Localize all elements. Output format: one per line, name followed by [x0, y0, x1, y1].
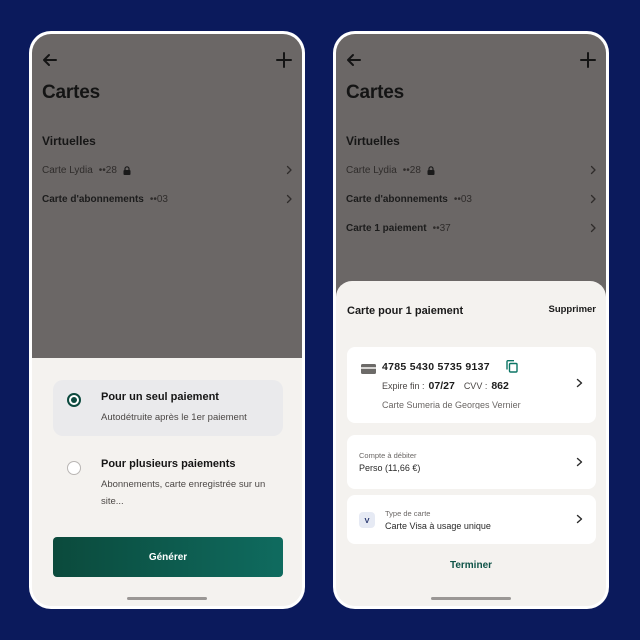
expiry-value: 07/27 [428, 380, 455, 392]
card-digits: ••03 [149, 193, 168, 205]
plus-icon[interactable] [579, 51, 597, 69]
back-arrow-icon[interactable] [41, 51, 59, 69]
card-number: 4785 5430 5735 9137 [382, 361, 490, 373]
card-row-lydia[interactable]: Carte Lydia ••28 [42, 161, 293, 179]
card-detail-sheet: Carte pour 1 paiement Supprimer 4785 543… [336, 281, 606, 606]
card-name: Carte Lydia [42, 164, 93, 176]
card-row-abonnements[interactable]: Carte d'abonnements ••03 [346, 190, 597, 208]
radio-selected[interactable] [67, 393, 81, 407]
lock-icon [123, 165, 131, 175]
expiry-label: Expire fin : [382, 381, 425, 391]
option-subtitle: Autodétruite après le 1er paiement [101, 412, 247, 423]
cvv-label: CVV : [463, 381, 488, 391]
phone-left: Cartes Virtuelles Carte Lydia ••28 Carte… [29, 31, 305, 609]
chevron-right-icon [589, 165, 597, 175]
account-to-debit-row[interactable]: Compte à débiter Perso (11,66 €) [347, 435, 596, 489]
card-type-row[interactable]: V Type de carte Carte Visa à usage uniqu… [347, 495, 596, 544]
sheet-title: Carte pour 1 paiement [347, 305, 464, 317]
page-title: Cartes [346, 82, 404, 103]
card-row-abonnements[interactable]: Carte d'abonnements ••03 [42, 190, 293, 208]
chevron-right-icon [589, 223, 597, 233]
option-subtitle: Abonnements, carte enregistrée sur un si… [101, 479, 266, 507]
card-holder: Carte Sumeria de Georges Vernier [382, 400, 521, 409]
dimmed-background: Cartes Virtuelles Carte Lydia ••28 Carte… [32, 34, 302, 358]
account-label: Compte à débiter [359, 451, 417, 460]
visa-icon: V [359, 512, 375, 528]
card-type-label: Type de carte [385, 509, 431, 518]
option-single-payment[interactable]: Pour un seul paiement Autodétruite après… [53, 380, 283, 436]
finish-button[interactable]: Terminer [336, 560, 606, 571]
card-name: Carte d'abonnements [346, 193, 448, 205]
option-title: Pour un seul paiement [101, 391, 219, 403]
home-indicator [127, 597, 207, 600]
option-multiple-payments[interactable]: Pour plusieurs paiements Abonnements, ca… [53, 448, 283, 518]
card-digits: ••03 [453, 193, 472, 205]
screen-left: Cartes Virtuelles Carte Lydia ••28 Carte… [32, 34, 302, 606]
card-type-value: Carte Visa à usage unique [385, 521, 491, 531]
option-title: Pour plusieurs paiements [101, 458, 236, 470]
radio-unselected[interactable] [67, 461, 81, 475]
card-row-lydia[interactable]: Carte Lydia ••28 [346, 161, 597, 179]
account-value: Perso (11,66 €) [359, 463, 421, 473]
chevron-right-icon [576, 514, 583, 524]
section-title: Virtuelles [42, 134, 96, 148]
screen-right: Cartes Virtuelles Carte Lydia ••28 Carte… [336, 34, 606, 606]
copy-icon[interactable] [506, 360, 518, 373]
card-row-1-paiement[interactable]: Carte 1 paiement ••37 [346, 219, 597, 237]
phone-right: Cartes Virtuelles Carte Lydia ••28 Carte… [333, 31, 609, 609]
card-name: Carte Lydia [346, 164, 397, 176]
back-arrow-icon[interactable] [345, 51, 363, 69]
chevron-right-icon [285, 165, 293, 175]
cvv-value: 862 [491, 380, 509, 392]
page-title: Cartes [42, 82, 100, 103]
expiry-cvv-line: Expire fin : 07/27 CVV : 862 [382, 380, 509, 392]
chevron-right-icon [589, 194, 597, 204]
card-digits: ••37 [432, 222, 451, 234]
chevron-right-icon [576, 378, 583, 388]
card-name: Carte 1 paiement [346, 222, 427, 234]
home-indicator [431, 597, 511, 600]
card-details-panel[interactable]: 4785 5430 5735 9137 Expire fin : 07/27 C… [347, 347, 596, 423]
card-name: Carte d'abonnements [42, 193, 144, 205]
lock-icon [427, 165, 435, 175]
card-digits: ••28 [98, 164, 117, 176]
chevron-right-icon [576, 457, 583, 467]
plus-icon[interactable] [275, 51, 293, 69]
credit-card-icon [361, 364, 376, 374]
delete-button[interactable]: Supprimer [548, 304, 596, 315]
section-title: Virtuelles [346, 134, 400, 148]
generate-button[interactable]: Générer [53, 537, 283, 577]
chevron-right-icon [285, 194, 293, 204]
card-digits: ••28 [402, 164, 421, 176]
